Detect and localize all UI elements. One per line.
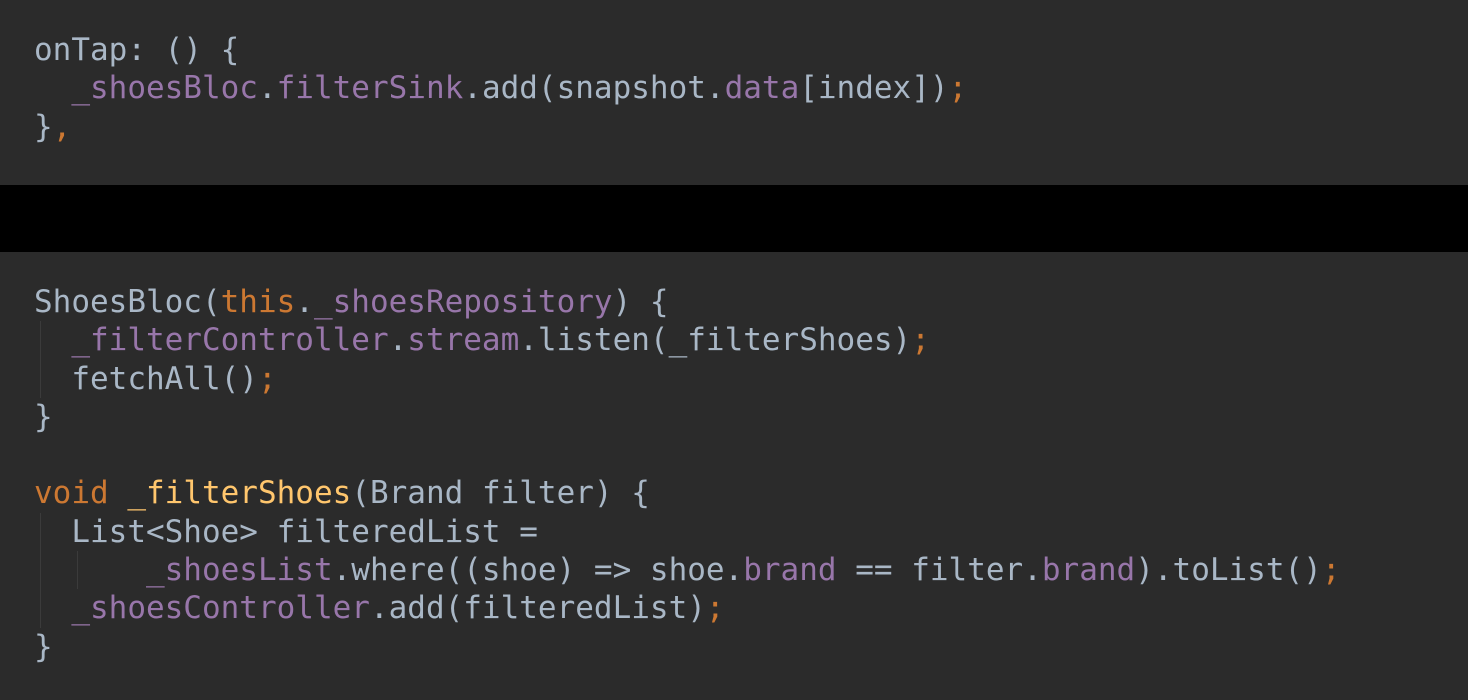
code-token: . [295, 284, 314, 320]
code-token: _filterShoes [127, 475, 352, 512]
code-token: ShoesBloc( [34, 284, 221, 320]
code-token: .listen(_filterShoes) [519, 322, 912, 359]
code-snippet-shoes-bloc: ShoesBloc(this._shoesRepository) { _filt… [0, 252, 1468, 700]
code-token: .add(filteredList) [369, 590, 706, 627]
code-line: _shoesController.add(filteredList); [34, 589, 1468, 628]
code-token: filterSink [276, 70, 464, 107]
code-line: }, [34, 108, 1468, 146]
code-token: this [220, 284, 296, 320]
indent-guide [40, 512, 41, 552]
code-line: _filterController.stream.listen(_filterS… [34, 321, 1468, 360]
code-line: } [34, 628, 1468, 666]
code-snippet-ontap: onTap: () { _shoesBloc.filterSink.add(sn… [0, 0, 1468, 185]
code-token: .where((shoe) => shoe. [332, 552, 744, 589]
code-token: brand [1041, 552, 1136, 589]
code-token: fetchAll() [34, 360, 258, 397]
indent-guide [40, 589, 41, 628]
code-line: } [34, 398, 1468, 436]
code-token: void [34, 475, 128, 512]
code-token: ; [911, 322, 930, 359]
code-token: , [52, 108, 72, 145]
code-token: } [34, 628, 53, 665]
code-token: brand [743, 552, 837, 589]
code-line: ShoesBloc(this._shoesRepository) { [34, 283, 1468, 321]
indent-guide [40, 359, 41, 398]
code-line: void _filterShoes(Brand filter) { [34, 474, 1468, 512]
code-line: _shoesList.where((shoe) => shoe.brand ==… [34, 551, 1468, 590]
code-token: data [724, 70, 800, 107]
code-token: ) { [612, 284, 669, 320]
code-token: } [34, 108, 53, 145]
code-line: onTap: () { [34, 31, 1468, 69]
code-token: _shoesBloc [71, 70, 258, 107]
code-token: ; [948, 70, 968, 107]
indent-guide [77, 551, 79, 590]
indent-guide [40, 321, 41, 360]
code-line: fetchAll(); [34, 359, 1468, 398]
code-token: . [388, 322, 408, 359]
code-token: _shoesController [71, 590, 370, 627]
code-token: _filterController [71, 322, 389, 359]
code-token: } [34, 398, 53, 435]
code-token: _shoesRepository [313, 284, 613, 320]
code-token: ; [1321, 552, 1341, 589]
code-token: .add(snapshot. [463, 70, 725, 107]
code-token: ; [257, 360, 277, 397]
indent-guide [40, 551, 41, 590]
code-token: [index]) [799, 70, 949, 107]
code-token: ).toList() [1135, 552, 1322, 589]
code-line: List<Shoe> filteredList = [34, 512, 1468, 552]
code-line: _shoesBloc.filterSink.add(snapshot.data[… [34, 69, 1468, 107]
code-token: . [257, 70, 277, 107]
code-token: stream [407, 322, 520, 359]
code-token: ; [705, 590, 725, 627]
code-token: (Brand filter) { [351, 475, 650, 512]
code-token: List<Shoe> filteredList = [34, 513, 538, 550]
snippet-separator [0, 185, 1468, 252]
code-token: onTap: () { [34, 32, 240, 68]
code-token: _shoesList [145, 552, 333, 589]
code-token: == filter. [836, 552, 1042, 589]
